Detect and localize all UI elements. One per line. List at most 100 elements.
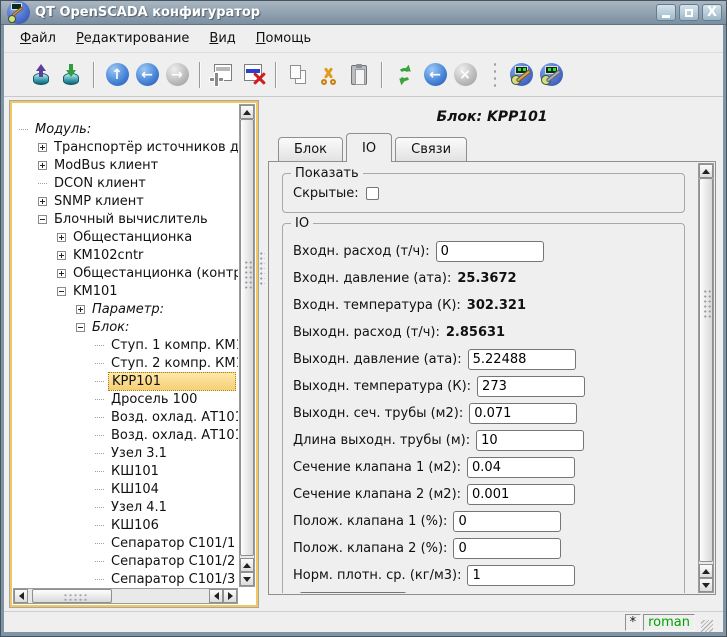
tree-item[interactable]: КШ104 [13,480,238,498]
expand-icon[interactable] [38,143,47,152]
tree-item[interactable]: ModBus клиент [13,156,238,174]
scroll-track[interactable] [28,589,209,603]
tab-block[interactable]: Блок [278,137,343,161]
field-input[interactable] [467,484,575,505]
field-input[interactable] [299,592,407,593]
tree-item[interactable]: Сепаратор С101/2 [13,552,238,570]
resize-grip[interactable] [701,620,713,632]
scroll-thumb[interactable] [699,178,713,562]
tree-item[interactable]: Ступ. 2 компр. КМ101 [13,354,238,372]
user-badge[interactable]: roman [643,614,695,631]
scroll-up-button[interactable] [699,164,713,178]
expand-icon[interactable] [38,197,47,206]
start-periodic-update-button[interactable]: ← [420,60,450,90]
tree-h-scrollbar[interactable] [13,588,238,604]
tree-item[interactable]: Общестанционка (контр) [13,264,238,282]
menu-view[interactable]: Вид [199,27,245,50]
tree-item[interactable]: Блок: [13,318,238,336]
panel-v-scrollbar[interactable] [698,163,714,593]
tab-links[interactable]: Связи [395,137,467,161]
tree-item-label: Ступ. 1 компр. КМ101 [108,337,238,354]
tree-item[interactable]: Ступ. 1 компр. КМ101 [13,336,238,354]
circle-x-icon: × [454,63,477,86]
scroll-down-button[interactable] [699,578,713,592]
forward-button[interactable]: → [162,60,192,90]
collapse-icon[interactable] [57,287,66,296]
tree-item[interactable]: КШ101 [13,462,238,480]
tree-item[interactable]: Дросель 100 [13,390,238,408]
add-item-button[interactable] [208,60,238,90]
tree-item-label: KPP101 [108,372,236,391]
tree-item[interactable]: Сепаратор С101/1 [13,534,238,552]
tab-io[interactable]: IO [346,133,392,162]
tree-item[interactable]: Узел 3.1 [13,444,238,462]
field-input[interactable] [436,241,544,262]
scroll-up-button[interactable] [240,105,254,119]
field-label: Сечение клапана 2 (м2): [293,487,461,502]
up-level-button[interactable]: ↑ [102,60,132,90]
cut-item-button[interactable] [314,60,344,90]
menu-file[interactable]: Файл [10,27,66,50]
minimize-button[interactable] [656,4,676,21]
field-input[interactable] [467,457,575,478]
tree-item[interactable]: Блочный вычислитель [13,210,238,228]
scroll-up-button-2[interactable] [240,558,254,572]
scroll-thumb[interactable] [240,119,254,556]
field-input[interactable] [477,376,585,397]
tree-item[interactable]: Возд. охлад. АТ101_1 [13,408,238,426]
scroll-down-button[interactable] [240,572,254,586]
scroll-track[interactable] [240,119,254,558]
scroll-thumb[interactable] [32,589,112,603]
tree-item[interactable]: SNMP клиент [13,192,238,210]
splitter[interactable] [258,101,266,607]
maximize-button[interactable] [679,4,699,21]
field-input[interactable] [467,565,575,586]
collapse-icon[interactable] [38,215,47,224]
expand-icon[interactable] [38,161,47,170]
tree-item[interactable]: Сепаратор С101/3 [13,570,238,587]
tree-item[interactable]: DCON клиент [13,174,238,192]
menu-edit[interactable]: Редактирование [66,27,199,50]
tree-item[interactable]: Узел 4.1 [13,498,238,516]
scroll-track[interactable] [699,178,713,564]
expand-icon[interactable] [57,233,66,242]
tree-item[interactable]: Транспортёр источников данны [13,138,238,156]
collapse-icon[interactable] [76,323,85,332]
triangle-up-icon [702,569,710,574]
tree-item[interactable]: Возд. охлад. АТ101_2 [13,426,238,444]
refresh-button[interactable] [390,60,420,90]
expand-icon[interactable] [76,305,85,314]
tree-item[interactable]: KM102cntr [13,246,238,264]
tree-item[interactable]: КШ106 [13,516,238,534]
menu-help[interactable]: Помощь [246,27,321,50]
tree-item[interactable]: Параметр: [13,300,238,318]
save-to-db-button[interactable] [56,60,86,90]
copy-item-button[interactable] [284,60,314,90]
toolbar-handle[interactable] [492,61,498,89]
tree-item[interactable]: Общестанционка [13,228,238,246]
remove-item-button[interactable] [238,60,268,90]
scroll-left-button[interactable] [14,589,28,603]
scroll-left-button-2[interactable] [209,589,223,603]
field-input[interactable] [468,349,576,370]
qtcfg-launcher-button[interactable] [506,60,536,90]
stop-button[interactable]: × [450,60,480,90]
field-input[interactable] [476,430,584,451]
tree-item-selected[interactable]: KPP101 [13,372,238,390]
tree-v-scrollbar[interactable] [239,104,255,587]
tree-item[interactable]: Модуль: [13,120,238,138]
back-button[interactable]: ← [132,60,162,90]
tree-item[interactable]: KM101 [13,282,238,300]
hidden-checkbox[interactable] [366,187,379,200]
scroll-up-button-2[interactable] [699,564,713,578]
expand-icon[interactable] [57,269,66,278]
load-from-db-button[interactable] [26,60,56,90]
paste-item-button[interactable] [344,60,374,90]
field-input[interactable] [453,511,561,532]
close-button[interactable]: X [702,4,722,21]
expand-icon[interactable] [57,251,66,260]
field-input[interactable] [469,403,577,424]
vision-launcher-button[interactable] [536,60,566,90]
field-input[interactable] [453,538,561,559]
scroll-right-button[interactable] [223,589,237,603]
